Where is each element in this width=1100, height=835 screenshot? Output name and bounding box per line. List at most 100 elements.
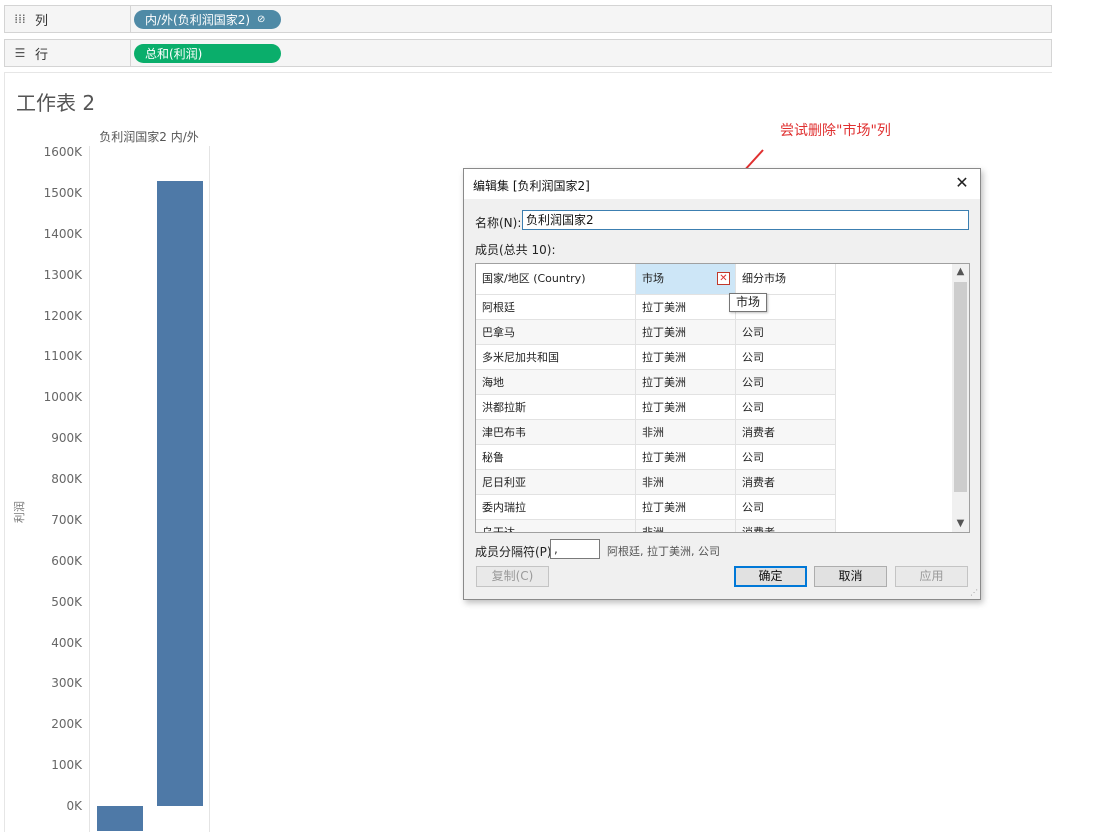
y-tick-label: 400K (51, 635, 82, 650)
member-cell[interactable]: 海地 (476, 370, 636, 395)
member-row[interactable]: 尼日利亚 非洲 消费者 (476, 470, 836, 495)
member-cell[interactable]: 多米尼加共和国 (476, 345, 636, 370)
member-cell[interactable]: 洪都拉斯 (476, 395, 636, 420)
y-tick-label: 200K (51, 717, 82, 732)
columns-shelf-title: 列 (35, 13, 49, 29)
resize-grip-icon[interactable]: ⋰ (970, 588, 978, 597)
member-cell[interactable]: 消费者 (736, 420, 836, 445)
apply-button[interactable]: 应用 (895, 566, 968, 587)
y-tick-label: 900K (51, 431, 82, 446)
rows-shelf-label: ☰ 行 (5, 40, 131, 66)
member-row[interactable]: 秘鲁 拉丁美洲 公司 (476, 445, 836, 470)
member-cell[interactable]: 拉丁美洲 (636, 345, 736, 370)
chart-plot-area[interactable] (89, 146, 210, 832)
member-cell[interactable]: 公司 (736, 395, 836, 420)
y-tick-label: 1600K (43, 145, 82, 159)
member-cell[interactable]: 拉丁美洲 (636, 445, 736, 470)
member-cell[interactable]: 公司 (736, 345, 836, 370)
member-cell[interactable]: 拉丁美洲 (636, 495, 736, 520)
member-cell[interactable]: 公司 (736, 445, 836, 470)
y-tick-label: 1200K (43, 308, 82, 323)
grid-header-row: 国家/地区 (Country) 市场 ✕ 细分市场 (476, 264, 836, 295)
dialog-titlebar[interactable]: 编辑集 [负利润国家2] ✕ (464, 169, 980, 199)
rows-shelf[interactable]: ☰ 行 总和(利润) (4, 39, 1052, 67)
member-row[interactable]: 阿根廷拉丁美洲公司 (476, 295, 836, 320)
columns-shelf-label: ⁞⁞⁞ 列 (5, 6, 131, 32)
annotation-text: 尝试删除"市场"列 (780, 123, 891, 139)
scroll-down-icon[interactable]: ▼ (952, 516, 969, 532)
y-tick-label: 1300K (43, 267, 82, 282)
bar-1[interactable] (97, 806, 143, 831)
edit-set-dialog: 编辑集 [负利润国家2] ✕ 名称(N): 负利润国家2 成员(总共 10): … (463, 168, 981, 600)
member-row[interactable]: 津巴布韦 非洲 消费者 (476, 420, 836, 445)
member-cell[interactable]: 公司 (736, 495, 836, 520)
member-cell[interactable]: 非洲 (636, 420, 736, 445)
separator-preview: 阿根廷, 拉丁美洲, 公司 (607, 545, 720, 558)
name-label: 名称(N): (475, 216, 522, 230)
member-cell[interactable]: 阿根廷 (476, 295, 636, 320)
member-cell[interactable]: 津巴布韦 (476, 420, 636, 445)
y-axis-label: 利润 (13, 501, 26, 523)
member-cell[interactable]: 巴拿马 (476, 320, 636, 345)
member-row[interactable]: 洪都拉斯 拉丁美洲 公司 (476, 395, 836, 420)
y-tick-label: 1500K (43, 185, 82, 200)
member-cell[interactable]: 拉丁美洲 (636, 370, 736, 395)
col-header-market-label: 市场 (642, 272, 664, 285)
member-cell[interactable]: 消费者 (736, 520, 836, 532)
y-tick-label: 800K (51, 472, 82, 486)
columns-pill[interactable]: 内/外(负利润国家2) ⊘ (134, 10, 281, 29)
separator-label: 成员分隔符(P) (475, 545, 552, 559)
scroll-thumb[interactable] (954, 282, 967, 492)
member-cell[interactable]: 公司 (736, 320, 836, 345)
copy-button[interactable]: 复制(C) (476, 566, 549, 587)
member-cell[interactable]: 委内瑞拉 (476, 495, 636, 520)
y-tick-label: 700K (51, 512, 82, 527)
y-tick-label: 300K (51, 676, 82, 691)
sheet-title: 工作表 2 (16, 91, 96, 115)
member-cell[interactable]: 尼日利亚 (476, 470, 636, 495)
member-row[interactable]: 多米尼加共和国 拉丁美洲 公司 (476, 345, 836, 370)
dialog-title: 编辑集 [负利润国家2] (473, 179, 590, 193)
member-cell[interactable]: 秘鲁 (476, 445, 636, 470)
member-cell[interactable]: 非洲 (636, 470, 736, 495)
members-grid[interactable]: 国家/地区 (Country) 市场 ✕ 细分市场 阿根廷拉丁美洲公司巴拿马拉丁… (475, 263, 970, 533)
col-header-country[interactable]: 国家/地区 (Country) (476, 264, 636, 295)
vertical-scrollbar[interactable]: ▲ ▼ (952, 264, 969, 532)
member-cell[interactable]: 非洲 (636, 520, 736, 532)
columns-pill-label: 内/外(负利润国家2) (145, 13, 251, 27)
col-header-segment[interactable]: 细分市场 (736, 264, 836, 295)
delete-column-icon[interactable]: ✕ (717, 272, 730, 285)
column-tooltip: 市场 (729, 293, 767, 312)
member-row[interactable]: 委内瑞拉 拉丁美洲 公司 (476, 495, 836, 520)
member-cell[interactable]: 消费者 (736, 470, 836, 495)
ok-button[interactable]: 确定 (734, 566, 807, 587)
columns-shelf[interactable]: ⁞⁞⁞ 列 内/外(负利润国家2) ⊘ (4, 5, 1052, 33)
member-cell[interactable]: 拉丁美洲 (636, 395, 736, 420)
name-input[interactable]: 负利润国家2 (522, 210, 969, 230)
columns-icon: ⁞⁞⁞ (14, 12, 26, 26)
column-header: 负利润国家2 内/外 (99, 130, 199, 144)
close-icon[interactable]: ✕ (952, 173, 972, 193)
rows-shelf-title: 行 (35, 47, 49, 63)
rows-icon: ☰ (14, 46, 26, 60)
member-cell[interactable]: 公司 (736, 370, 836, 395)
y-tick-label: 0K (66, 799, 82, 813)
member-row[interactable]: 海地 拉丁美洲 公司 (476, 370, 836, 395)
bar-2[interactable] (157, 180, 203, 806)
separator-input[interactable]: , (550, 539, 600, 559)
y-tick-label: 500K (51, 594, 82, 609)
col-header-market[interactable]: 市场 ✕ (636, 264, 736, 295)
scroll-up-icon[interactable]: ▲ (952, 264, 969, 280)
members-label: 成员(总共 10): (475, 243, 556, 257)
member-cell[interactable]: 乌干达 (476, 520, 636, 532)
y-tick-label: 1400K (43, 226, 82, 241)
rows-pill[interactable]: 总和(利润) (134, 44, 281, 63)
y-tick-label: 100K (51, 758, 82, 773)
member-row[interactable]: 乌干达 非洲 消费者 (476, 520, 836, 532)
member-cell[interactable]: 拉丁美洲 (636, 320, 736, 345)
member-row[interactable]: 巴拿马 拉丁美洲 公司 (476, 320, 836, 345)
rows-pill-label: 总和(利润) (145, 47, 203, 61)
set-icon: ⊘ (257, 14, 266, 25)
member-cell[interactable]: 拉丁美洲 (636, 295, 736, 320)
cancel-button[interactable]: 取消 (814, 566, 887, 587)
